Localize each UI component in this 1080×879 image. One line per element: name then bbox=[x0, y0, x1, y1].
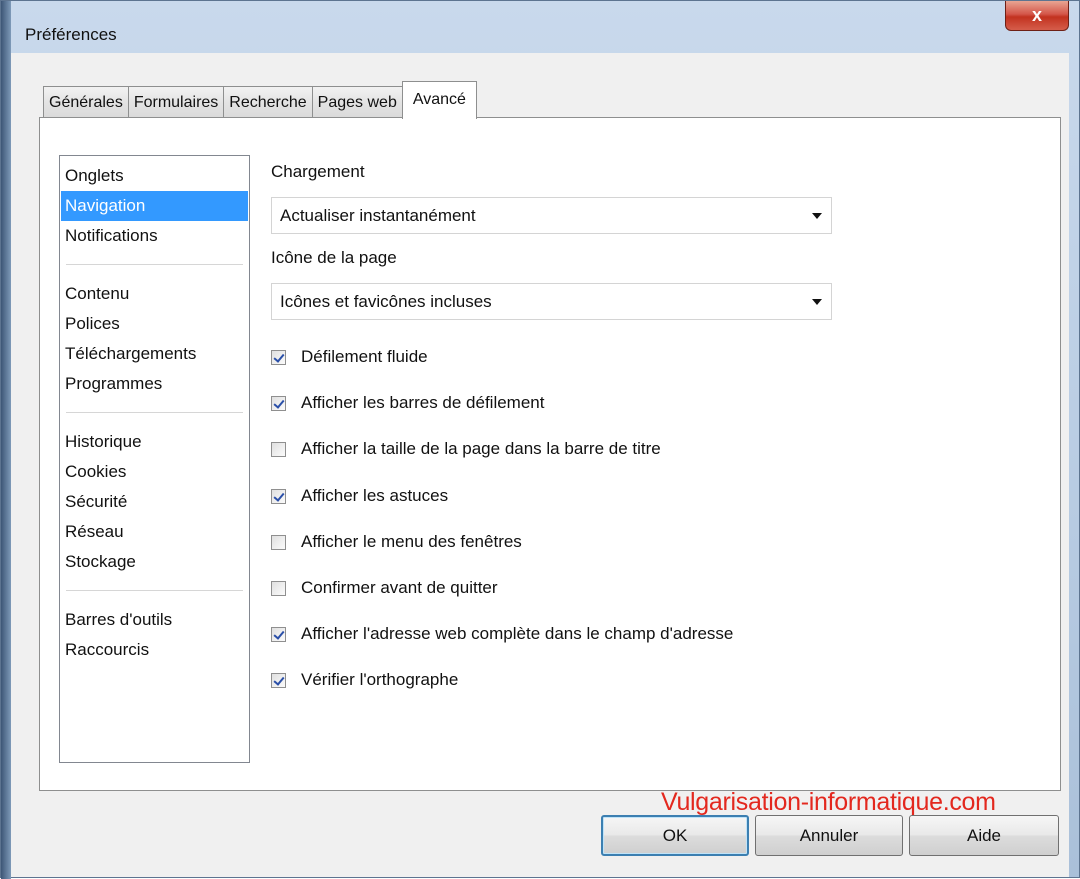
category-item[interactable]: Réseau bbox=[61, 517, 248, 547]
category-item[interactable]: Navigation bbox=[61, 191, 248, 221]
option-checkbox[interactable] bbox=[271, 672, 286, 688]
option-row[interactable]: Afficher le menu des fenêtres bbox=[271, 529, 522, 555]
tab-strip: Générales Formulaires Recherche Pages we… bbox=[43, 81, 477, 119]
option-checkbox[interactable] bbox=[271, 395, 286, 411]
option-row[interactable]: Afficher les barres de défilement bbox=[271, 390, 544, 416]
loading-label: Chargement bbox=[271, 162, 365, 181]
preferences-window: Préférences x Générales Formulaires Rech… bbox=[0, 0, 1080, 879]
loading-select[interactable]: Actualiser instantanément bbox=[271, 197, 832, 234]
option-checkbox[interactable] bbox=[271, 580, 286, 596]
cancel-button[interactable]: Annuler bbox=[755, 815, 903, 856]
option-label: Afficher les barres de défilement bbox=[301, 393, 545, 412]
category-item[interactable]: Téléchargements bbox=[61, 339, 248, 369]
chevron-down-icon bbox=[812, 299, 822, 305]
option-label: Afficher l'adresse web complète dans le … bbox=[301, 624, 734, 643]
tab-avance[interactable]: Avancé bbox=[401, 81, 477, 119]
chevron-down-icon bbox=[812, 213, 822, 219]
category-item[interactable]: Notifications bbox=[61, 221, 248, 251]
title-bar[interactable]: Préférences x bbox=[11, 1, 1079, 53]
page-icon-select[interactable]: Icônes et favicônes incluses bbox=[271, 283, 832, 320]
option-checkbox[interactable] bbox=[271, 488, 286, 504]
tab-formulaires[interactable]: Formulaires bbox=[127, 86, 225, 119]
advanced-tab-panel: Onglets Navigation Notifications Contenu Pol… bbox=[39, 117, 1061, 791]
option-row[interactable]: Défilement fluide bbox=[271, 344, 428, 370]
option-checkbox[interactable] bbox=[271, 534, 286, 550]
window-left-edge bbox=[1, 1, 11, 879]
option-label: Confirmer avant de quitter bbox=[301, 578, 498, 597]
option-row[interactable]: Afficher les astuces bbox=[271, 483, 448, 509]
option-checkbox[interactable] bbox=[271, 441, 286, 457]
dialog-client-area: Générales Formulaires Recherche Pages we… bbox=[11, 53, 1069, 877]
category-list[interactable]: Onglets Navigation Notifications Contenu Pol… bbox=[59, 155, 250, 763]
category-item[interactable]: Raccourcis bbox=[61, 635, 248, 665]
option-row[interactable]: Afficher la taille de la page dans la ba… bbox=[271, 436, 661, 462]
category-separator bbox=[66, 590, 243, 591]
category-item[interactable]: Stockage bbox=[61, 547, 248, 577]
option-label: Afficher la taille de la page dans la ba… bbox=[301, 439, 661, 458]
option-label: Afficher les astuces bbox=[301, 486, 449, 505]
option-row[interactable]: Vérifier l'orthographe bbox=[271, 667, 458, 693]
ok-button[interactable]: OK bbox=[601, 815, 749, 856]
option-checkbox[interactable] bbox=[271, 626, 286, 642]
page-icon-select-value: Icônes et favicônes incluses bbox=[280, 292, 492, 311]
category-item[interactable]: Contenu bbox=[61, 279, 248, 309]
tab-generales[interactable]: Générales bbox=[43, 86, 129, 119]
option-label: Vérifier l'orthographe bbox=[301, 670, 459, 689]
category-separator bbox=[66, 412, 243, 413]
option-label: Défilement fluide bbox=[301, 347, 428, 366]
category-item[interactable]: Onglets bbox=[61, 161, 248, 191]
loading-select-value: Actualiser instantanément bbox=[280, 206, 476, 225]
close-icon: x bbox=[1031, 5, 1042, 25]
close-button[interactable]: x bbox=[1005, 1, 1069, 31]
option-row[interactable]: Confirmer avant de quitter bbox=[271, 575, 498, 601]
option-checkbox[interactable] bbox=[271, 349, 286, 365]
option-row[interactable]: Afficher l'adresse web complète dans le … bbox=[271, 621, 733, 647]
category-item[interactable]: Programmes bbox=[61, 369, 248, 399]
category-item[interactable]: Polices bbox=[61, 309, 248, 339]
category-item[interactable]: Cookies bbox=[61, 457, 248, 487]
window-title: Préférences bbox=[25, 25, 117, 44]
category-separator bbox=[66, 264, 243, 265]
tab-pages-web[interactable]: Pages web bbox=[311, 86, 403, 119]
page-icon-label: Icône de la page bbox=[271, 248, 397, 267]
option-label: Afficher le menu des fenêtres bbox=[301, 532, 522, 551]
category-item[interactable]: Sécurité bbox=[61, 487, 248, 517]
category-item[interactable]: Historique bbox=[61, 427, 248, 457]
tab-recherche[interactable]: Recherche bbox=[223, 86, 313, 119]
help-button[interactable]: Aide bbox=[909, 815, 1059, 856]
category-item[interactable]: Barres d'outils bbox=[61, 605, 248, 635]
